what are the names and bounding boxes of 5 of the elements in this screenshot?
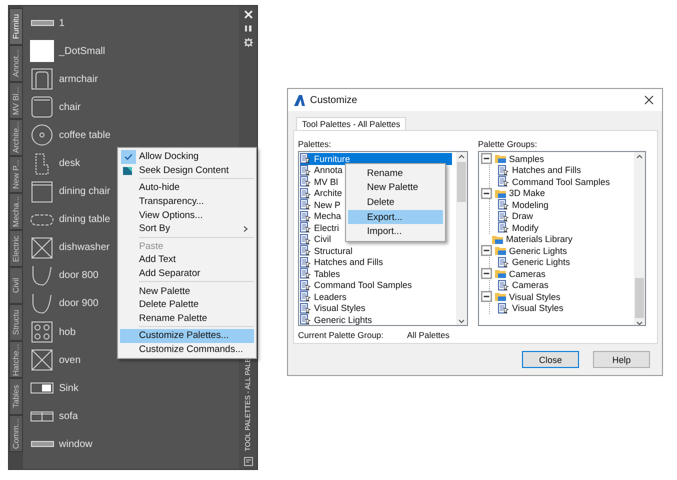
current-group-label: Current Palette Group: xyxy=(298,330,385,340)
dialog-title: Customize xyxy=(310,94,358,106)
current-group-value: All Palettes xyxy=(407,330,450,340)
palettes-label: Palettes: xyxy=(298,138,332,151)
palette-groups-label: Palette Groups: xyxy=(478,138,538,151)
